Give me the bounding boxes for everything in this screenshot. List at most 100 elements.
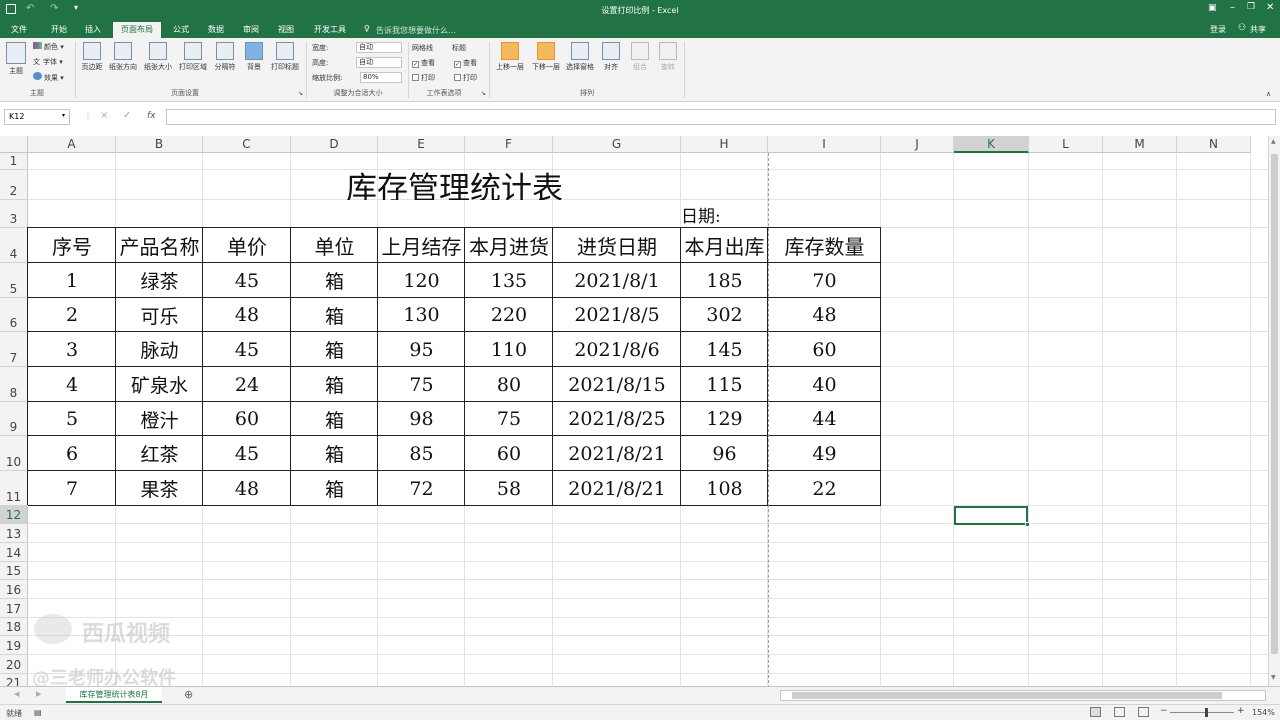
active-cell-k12[interactable] <box>954 506 1028 525</box>
row-header-8[interactable]: 8 <box>0 367 28 402</box>
theme-fonts-button[interactable]: 文字体 ▾ <box>33 57 63 67</box>
tab-home[interactable]: 开始 <box>42 22 76 38</box>
row-header-10[interactable]: 10 <box>0 436 28 471</box>
scroll-up-icon[interactable]: ▲ <box>1271 138 1276 145</box>
table-cell[interactable]: 7 <box>28 471 116 506</box>
gridlines-view-checkbox[interactable]: ✓ 查看 <box>412 58 435 68</box>
table-cell[interactable]: 135 <box>465 263 553 298</box>
headings-print-checkbox[interactable]: 打印 <box>454 73 477 83</box>
table-cell[interactable]: 60 <box>465 436 553 471</box>
column-header-g[interactable]: G <box>553 136 681 153</box>
table-cell[interactable]: 75 <box>378 367 465 402</box>
table-cell[interactable]: 1 <box>28 263 116 298</box>
table-header-cell[interactable]: 单价 <box>203 228 291 263</box>
tab-developer[interactable]: 开发工具 <box>308 22 352 38</box>
table-cell[interactable]: 60 <box>768 332 881 367</box>
headings-view-checkbox[interactable]: ✓ 查看 <box>454 58 477 68</box>
column-header-d[interactable]: D <box>291 136 378 153</box>
column-header-e[interactable]: E <box>378 136 465 153</box>
table-cell[interactable]: 22 <box>768 471 881 506</box>
table-cell[interactable]: 40 <box>768 367 881 402</box>
table-cell[interactable]: 5 <box>28 402 116 436</box>
column-header-m[interactable]: M <box>1103 136 1177 153</box>
table-cell[interactable]: 橙汁 <box>116 402 203 436</box>
collapse-ribbon-icon[interactable]: ∧ <box>1266 90 1271 98</box>
undo-icon[interactable]: ↶ <box>26 3 34 14</box>
table-cell[interactable]: 60 <box>203 402 291 436</box>
row-header-4[interactable]: 4 <box>0 228 28 263</box>
prev-sheet-icon[interactable]: ◀ <box>14 690 19 698</box>
page-setup-launcher-icon[interactable]: ↘ <box>298 90 303 97</box>
table-cell[interactable]: 6 <box>28 436 116 471</box>
zoom-out-icon[interactable]: − <box>1160 706 1168 716</box>
table-cell[interactable]: 可乐 <box>116 298 203 332</box>
table-cell[interactable]: 120 <box>378 263 465 298</box>
table-cell[interactable]: 48 <box>768 298 881 332</box>
table-cell[interactable]: 108 <box>681 471 768 506</box>
table-cell[interactable]: 115 <box>681 367 768 402</box>
row-header-6[interactable]: 6 <box>0 298 28 332</box>
normal-view-icon[interactable] <box>1090 707 1101 717</box>
table-cell[interactable]: 45 <box>203 332 291 367</box>
table-cell[interactable]: 箱 <box>291 263 378 298</box>
table-cell[interactable]: 96 <box>681 436 768 471</box>
row-header-20[interactable]: 20 <box>0 655 28 674</box>
theme-colors-button[interactable]: 颜色 ▾ <box>33 42 64 52</box>
row-header-18[interactable]: 18 <box>0 618 28 636</box>
table-cell[interactable]: 箱 <box>291 402 378 436</box>
row-header-9[interactable]: 9 <box>0 402 28 436</box>
table-cell[interactable]: 2021/8/25 <box>553 402 681 436</box>
table-cell[interactable]: 130 <box>378 298 465 332</box>
background-button[interactable]: 背景 <box>240 42 268 72</box>
table-cell[interactable]: 3 <box>28 332 116 367</box>
table-header-cell[interactable]: 序号 <box>28 228 116 263</box>
group-button[interactable]: 组合 <box>627 42 653 72</box>
zoom-in-icon[interactable]: + <box>1237 706 1245 716</box>
orientation-button[interactable]: 纸张方向 <box>106 42 140 72</box>
column-header-h[interactable]: H <box>681 136 768 153</box>
column-header-i[interactable]: I <box>768 136 881 153</box>
column-header-l[interactable]: L <box>1029 136 1103 153</box>
row-header-16[interactable]: 16 <box>0 580 28 599</box>
table-cell[interactable]: 箱 <box>291 367 378 402</box>
next-sheet-icon[interactable]: ▶ <box>36 690 41 698</box>
table-cell[interactable]: 矿泉水 <box>116 367 203 402</box>
date-label[interactable]: 日期: <box>681 200 768 228</box>
table-cell[interactable]: 2021/8/1 <box>553 263 681 298</box>
zoom-level[interactable]: 154% <box>1252 708 1275 717</box>
table-cell[interactable]: 49 <box>768 436 881 471</box>
tab-view[interactable]: 视图 <box>269 22 303 38</box>
table-header-cell[interactable]: 单位 <box>291 228 378 263</box>
selection-pane-button[interactable]: 选择窗格 <box>563 42 597 72</box>
table-cell[interactable]: 2021/8/15 <box>553 367 681 402</box>
table-cell[interactable]: 48 <box>203 298 291 332</box>
bring-forward-button[interactable]: 上移一层 <box>492 42 528 72</box>
row-header-19[interactable]: 19 <box>0 636 28 655</box>
row-header-1[interactable]: 1 <box>0 153 28 170</box>
row-header-17[interactable]: 17 <box>0 599 28 618</box>
table-cell[interactable]: 48 <box>203 471 291 506</box>
table-cell[interactable]: 红茶 <box>116 436 203 471</box>
print-area-button[interactable]: 打印区域 <box>176 42 210 72</box>
table-cell[interactable]: 脉动 <box>116 332 203 367</box>
table-cell[interactable]: 220 <box>465 298 553 332</box>
namebox-dropdown-icon[interactable]: ▾ <box>62 112 65 119</box>
table-header-cell[interactable]: 本月出库 <box>681 228 768 263</box>
column-header-a[interactable]: A <box>28 136 116 153</box>
table-cell[interactable]: 45 <box>203 263 291 298</box>
table-cell[interactable]: 45 <box>203 436 291 471</box>
column-header-k[interactable]: K <box>954 136 1029 153</box>
table-cell[interactable]: 110 <box>465 332 553 367</box>
page-break-view-icon[interactable] <box>1138 707 1149 717</box>
size-button[interactable]: 纸张大小 <box>141 42 175 72</box>
share-button[interactable]: 共享 <box>1250 24 1266 35</box>
themes-button[interactable]: 主题 <box>5 42 27 76</box>
tab-review[interactable]: 审阅 <box>234 22 268 38</box>
vertical-scrollbar[interactable]: ▲ ▼ <box>1268 136 1280 686</box>
tab-formulas[interactable]: 公式 <box>164 22 198 38</box>
row-header-5[interactable]: 5 <box>0 263 28 298</box>
row-header-7[interactable]: 7 <box>0 332 28 367</box>
table-cell[interactable]: 85 <box>378 436 465 471</box>
table-cell[interactable]: 302 <box>681 298 768 332</box>
tab-file[interactable]: 文件 <box>2 22 36 38</box>
